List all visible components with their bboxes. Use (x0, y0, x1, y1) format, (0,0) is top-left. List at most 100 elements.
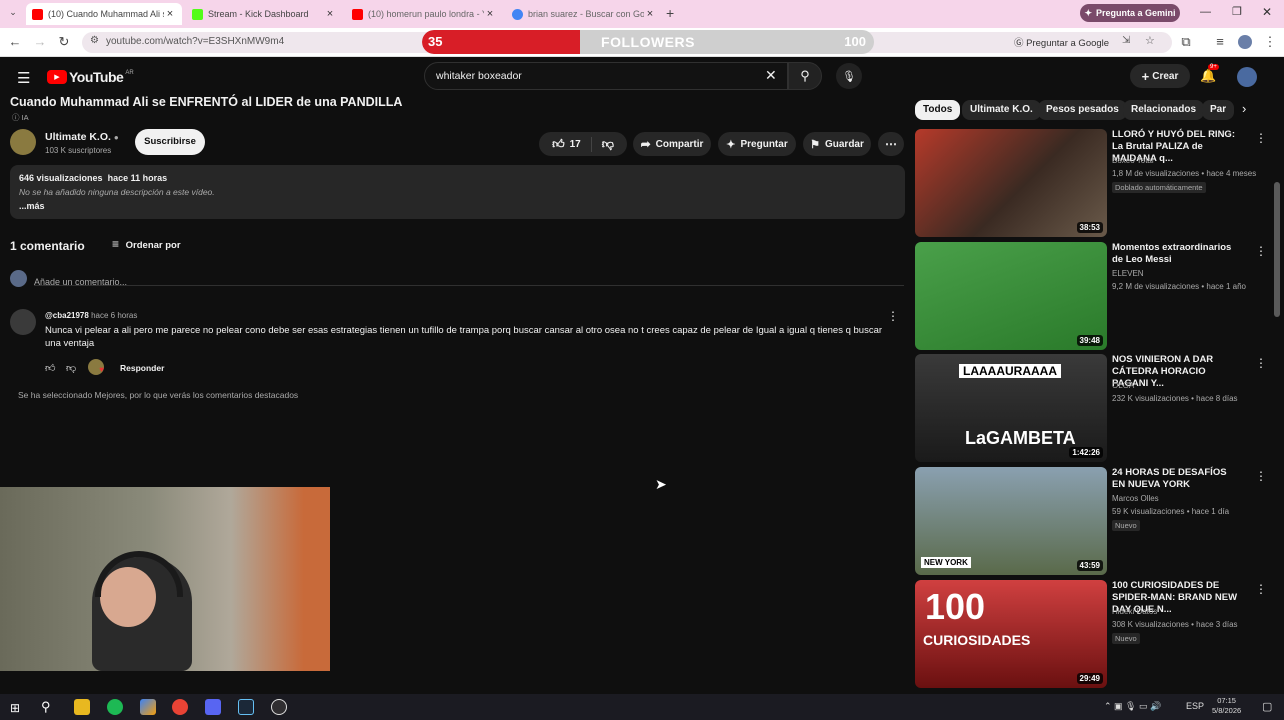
subscribe-button[interactable]: Suscribirse (135, 129, 205, 155)
like-button[interactable]: 👍︎ 17 (552, 136, 592, 152)
recommendation-item[interactable]: NEW YORK 43:59 24 HORAS DE DESAFÍOS EN N… (915, 467, 1267, 575)
video-menu-icon[interactable]: ⋮ (1255, 244, 1267, 258)
input-language[interactable]: ESP (1186, 701, 1204, 711)
file-explorer-icon[interactable] (74, 699, 90, 715)
add-comment-input[interactable]: Añade un comentario... (34, 272, 904, 287)
tab-youtube-video[interactable]: (10) Cuando Muhammad Ali se × (26, 3, 182, 25)
video-channel[interactable]: OLGA (1112, 381, 1134, 390)
video-thumbnail[interactable]: NEW YORK (915, 467, 1107, 575)
forward-icon[interactable]: → (32, 34, 48, 50)
share-button[interactable]: ➦ Compartir (633, 132, 711, 156)
ask-button[interactable]: ✦ Preguntar (718, 132, 796, 156)
comment-author-avatar[interactable] (10, 309, 36, 335)
chrome-icon[interactable] (172, 699, 188, 715)
clear-search-icon[interactable]: ✕ (765, 67, 777, 84)
sort-comments-button[interactable]: ≡ Ordenar por (112, 237, 181, 251)
description-box[interactable]: 646 visualizaciones hace 11 horas No se … (10, 165, 905, 219)
tab-youtube-search[interactable]: (10) homerun paulo londra - Yo × (346, 3, 502, 25)
dislike-button[interactable]: 👎︎ (592, 137, 614, 152)
profile-avatar[interactable] (1238, 35, 1252, 49)
video-thumbnail[interactable] (915, 129, 1107, 237)
recommendation-item[interactable]: 39:48 Momentos extraordinarios de Leo Me… (915, 242, 1267, 350)
comment-like-icon[interactable]: 👍︎ (45, 362, 55, 374)
notifications-button[interactable]: 🔔 9+ (1200, 64, 1219, 85)
reload-icon[interactable]: ↻ (56, 34, 72, 50)
chip-todos[interactable]: Todos (915, 100, 961, 120)
bookmark-star-icon[interactable]: ☆ (1145, 34, 1155, 47)
close-tab-icon[interactable]: × (324, 8, 336, 20)
chip-pesos-pesados[interactable]: Pesos pesados (1038, 100, 1127, 120)
minimize-button[interactable]: — (1200, 6, 1211, 18)
comment-author[interactable]: @cba21978 (45, 311, 89, 320)
video-menu-icon[interactable]: ⋮ (1255, 356, 1267, 370)
save-button[interactable]: ⚑ Guardar (803, 132, 871, 156)
browser-menu-icon[interactable]: ⋮ (1262, 34, 1278, 50)
recommendation-item[interactable]: 100 CURIOSIDADES 29:49 100 CURIOSIDADES … (915, 580, 1267, 688)
close-tab-icon[interactable]: × (484, 8, 496, 20)
youtube-play-icon: ▶ (47, 70, 67, 84)
video-channel[interactable]: Marcos Olles (1112, 494, 1159, 503)
tray-icons[interactable]: ⌃ ▣ 🎙 ▭ 🔊 (1104, 701, 1161, 712)
video-meta: 9,2 M de visualizaciones • hace 1 año (1112, 282, 1246, 291)
search-taskbar-icon[interactable]: ⚲ (41, 699, 51, 715)
tab-title: Stream - Kick Dashboard (208, 9, 309, 19)
voice-search-button[interactable]: 🎙 (836, 63, 862, 89)
page-scrollbar[interactable] (1274, 182, 1280, 317)
clock[interactable]: 07:15 5/8/2026 (1212, 696, 1241, 716)
video-thumbnail[interactable]: 100 CURIOSIDADES (915, 580, 1107, 688)
extensions-icon[interactable]: ⧉ (1178, 34, 1194, 50)
chip-ultimate-ko[interactable]: Ultimate K.O. (962, 100, 1041, 120)
video-thumbnail[interactable]: LAAAAURAAAA LaGAMBETA (915, 354, 1107, 462)
copilot-icon[interactable] (140, 699, 156, 715)
more-actions-button[interactable]: ⋯ (878, 132, 904, 156)
youtube-logo[interactable]: ▶ YouTube AR (47, 69, 134, 85)
video-menu-icon[interactable]: ⋮ (1255, 469, 1267, 483)
create-button[interactable]: + Crear (1130, 64, 1190, 88)
ask-google-chip[interactable]: Ⓖ Preguntar a Google (1014, 35, 1109, 49)
back-icon[interactable]: ← (7, 34, 23, 50)
video-channel[interactable]: Boxeo Total (1112, 156, 1154, 165)
chip-relacionados[interactable]: Relacionados (1123, 100, 1205, 120)
video-thumbnail[interactable] (915, 242, 1107, 350)
close-tab-icon[interactable]: × (644, 8, 656, 20)
tab-google-search[interactable]: brian suarez - Buscar con Goog × (506, 3, 662, 25)
recommendation-item[interactable]: LAAAAURAAAA LaGAMBETA 1:42:26 NOS VINIER… (915, 354, 1267, 462)
search-input[interactable]: whitaker boxeador (436, 70, 522, 82)
chip-partial[interactable]: Par (1202, 100, 1234, 120)
media-icon[interactable]: ≡ (1212, 34, 1228, 50)
search-button[interactable]: ⚲ (788, 62, 822, 90)
account-avatar[interactable] (1237, 67, 1257, 87)
video-title[interactable]: 24 HORAS DE DESAFÍOS EN NUEVA YORK (1112, 467, 1242, 491)
video-menu-icon[interactable]: ⋮ (1255, 582, 1267, 596)
steam-icon[interactable] (238, 699, 254, 715)
new-tab-button[interactable]: + (666, 5, 680, 21)
video-channel[interactable]: ELEVEN (1112, 269, 1144, 278)
hamburger-menu-icon[interactable]: ☰ (17, 69, 30, 87)
video-menu-icon[interactable]: ⋮ (1255, 131, 1267, 145)
show-more-link[interactable]: ...más (19, 201, 45, 211)
start-menu-icon[interactable]: ⊞ (10, 701, 20, 715)
video-channel[interactable]: Hideki Datos (1112, 607, 1157, 616)
comment-time[interactable]: hace 6 horas (91, 311, 137, 320)
channel-avatar[interactable] (10, 129, 36, 155)
notification-center-icon[interactable]: ▢ (1262, 700, 1272, 713)
tab-kick-dashboard[interactable]: Stream - Kick Dashboard × (186, 3, 342, 25)
spotify-icon[interactable] (107, 699, 123, 715)
reply-button[interactable]: Responder (120, 363, 164, 373)
search-box[interactable]: whitaker boxeador ✕ (424, 62, 788, 90)
comment-menu-icon[interactable]: ⋮ (887, 309, 899, 323)
restore-button[interactable]: ❐ (1232, 5, 1242, 18)
comment-dislike-icon[interactable]: 👎︎ (66, 362, 76, 374)
obs-icon[interactable] (271, 699, 287, 715)
video-title[interactable]: Momentos extraordinarios de Leo Messi (1112, 242, 1242, 266)
discord-icon[interactable] (205, 699, 221, 715)
install-app-icon[interactable]: ⇲ (1122, 35, 1130, 46)
channel-name[interactable]: Ultimate K.O. ● (45, 131, 119, 143)
recommendation-item[interactable]: 38:53 LLORÓ Y HUYÓ DEL RING: La Brutal P… (915, 129, 1267, 237)
close-window-button[interactable]: ✕ (1262, 5, 1272, 19)
gemini-button[interactable]: ✦ Pregunta a Gemini (1080, 4, 1180, 22)
close-tab-icon[interactable]: × (164, 8, 176, 20)
site-info-icon[interactable]: ⚙ (90, 35, 99, 46)
chips-next-icon[interactable]: › (1242, 101, 1246, 116)
tab-search-button[interactable]: ⌄ (6, 7, 20, 21)
